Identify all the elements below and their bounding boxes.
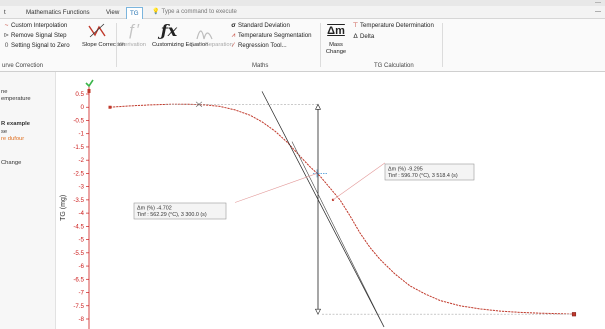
arrow-head-up: [315, 103, 321, 110]
curve-start-marker: [108, 105, 112, 109]
maths-group-label: Maths: [252, 63, 269, 69]
step-icon: ⊳: [3, 32, 10, 39]
tg-calculation-group-label: TG Calculation: [374, 63, 414, 69]
sidebar-item-author[interactable]: re dufour: [1, 136, 24, 143]
tangent-line-2: [291, 141, 385, 328]
temperature-segmentation-button[interactable]: ⩘ Temperature Segmentation: [230, 32, 312, 40]
segmentation-icon: ⩘: [231, 32, 236, 39]
regression-tool-button[interactable]: ⁄ Regression Tool...: [230, 42, 287, 50]
y-tick-label: -1: [78, 131, 84, 138]
slope-correction-icon: [82, 21, 112, 41]
slope-correction-button[interactable]: Slope Correction: [82, 21, 125, 49]
mass-change-icon: Δm: [327, 25, 345, 37]
temperature-determination-button[interactable]: ⊤ Temperature Determination: [352, 22, 434, 30]
y-tick-label: -6: [78, 263, 84, 270]
y-tick-label: 0: [81, 104, 85, 111]
tab-tg[interactable]: TG: [126, 7, 143, 19]
remove-signal-step-button[interactable]: ⊳ Remove Signal Step: [3, 32, 67, 40]
y-tick-label: -7: [78, 290, 84, 297]
tab-mathematics-functions[interactable]: Mathematics Functions: [26, 8, 90, 17]
delta-button[interactable]: Δ Delta: [352, 33, 374, 41]
ribbon-separator: [442, 23, 443, 67]
curve-correction-group-label: urve Correction: [2, 63, 44, 69]
arrow-head-down: [315, 308, 321, 315]
setting-signal-zero-button[interactable]: 0 Setting Signal to Zero: [3, 42, 70, 50]
interpolation-icon: ~: [4, 22, 9, 29]
y-tick-label: 0.5: [75, 91, 84, 98]
custom-interpolation-button[interactable]: ~ Custom Interpolation: [3, 22, 68, 30]
delta-icon: Δ: [353, 33, 358, 40]
command-search-box[interactable]: 💡 Type a command to execute: [152, 8, 237, 17]
ribbon-separator: [116, 23, 117, 67]
ribbon-minimize-button[interactable]: —: [595, 8, 601, 17]
tg-chart[interactable]: 0.5 0 -0.5 -1 -1.5 -2 -2.5 -3 -3.5 -4 -4.5 -5 -5.5 -6…: [56, 72, 605, 329]
regression-icon: ⁄: [232, 42, 235, 49]
tab-view[interactable]: View: [106, 8, 119, 17]
y-tick-label: -6.5: [73, 276, 84, 283]
sidebar-item-se[interactable]: se: [1, 129, 7, 136]
y-tick-label: -0.5: [73, 117, 84, 124]
mass-change-button[interactable]: Δm Mass Change: [323, 21, 349, 55]
ribbon: ~ Custom Interpolation ⊳ Remove Signal Ste…: [0, 19, 605, 72]
tab-t[interactable]: t: [4, 8, 6, 17]
y-tick-label: -4: [78, 210, 84, 217]
axis-top-marker: [87, 89, 91, 93]
y-tick-label: -3.5: [73, 197, 84, 204]
y-axis-label: TG (mg): [60, 195, 67, 221]
sidebar-item-change[interactable]: Change: [1, 160, 21, 167]
customizing-equation-button[interactable]: ƒx Customizing Equation: [152, 21, 208, 49]
annotation-connector: [332, 162, 386, 201]
function-fx-icon: ƒx: [160, 21, 178, 40]
y-tick-label: -5.5: [73, 250, 84, 257]
y-tick-label: -1.5: [73, 144, 84, 151]
annotation-text: Δm (%) -9.295: [388, 167, 423, 173]
derivation-button[interactable]: ƒ′ Derivation: [118, 21, 148, 49]
sidebar-item-example[interactable]: R example: [1, 121, 30, 128]
y-tick-label: -2: [78, 157, 84, 164]
annotation-text: Tinf : 596.70 (°C), 3 518.4 (s): [388, 173, 458, 179]
y-tick-label: -3: [78, 184, 84, 191]
zero-icon: 0: [4, 42, 9, 49]
standard-deviation-button[interactable]: σ Standard Deviation: [230, 22, 290, 30]
annotation-connector: [234, 173, 318, 203]
annotation-text: Tinf : 562.29 (°C), 3 300.0 (s): [137, 212, 207, 218]
tangent-line-1: [261, 91, 385, 328]
peak-separation-button[interactable]: Peak Separation: [190, 21, 233, 49]
sidebar-item-temperature[interactable]: emperature: [1, 96, 31, 103]
peak-icon: [190, 21, 220, 41]
y-tick-label: -5: [78, 237, 84, 244]
ribbon-separator: [320, 23, 321, 67]
sidebar-item-ne[interactable]: ne: [1, 89, 7, 96]
menu-bar: t Mathematics Functions View TG 💡 Type a …: [0, 6, 605, 19]
y-tick-label: -8: [78, 316, 84, 323]
annotation-text: Δm (%) -4.702: [137, 206, 172, 212]
check-icon: [85, 79, 94, 88]
sigma-icon: σ: [231, 22, 236, 29]
y-tick-label: -7.5: [73, 303, 84, 310]
lightbulb-icon: 💡: [152, 9, 160, 15]
thermometer-icon: ⊤: [352, 22, 359, 29]
left-panel: ne emperature R example se re dufour Cha…: [0, 72, 56, 329]
y-tick-label: -2.5: [73, 170, 84, 177]
command-placeholder: Type a command to execute: [161, 9, 237, 15]
curve-end-marker: [571, 312, 577, 317]
y-tick-label: -4.5: [73, 223, 84, 230]
derivative-icon: ƒ′: [127, 22, 139, 39]
